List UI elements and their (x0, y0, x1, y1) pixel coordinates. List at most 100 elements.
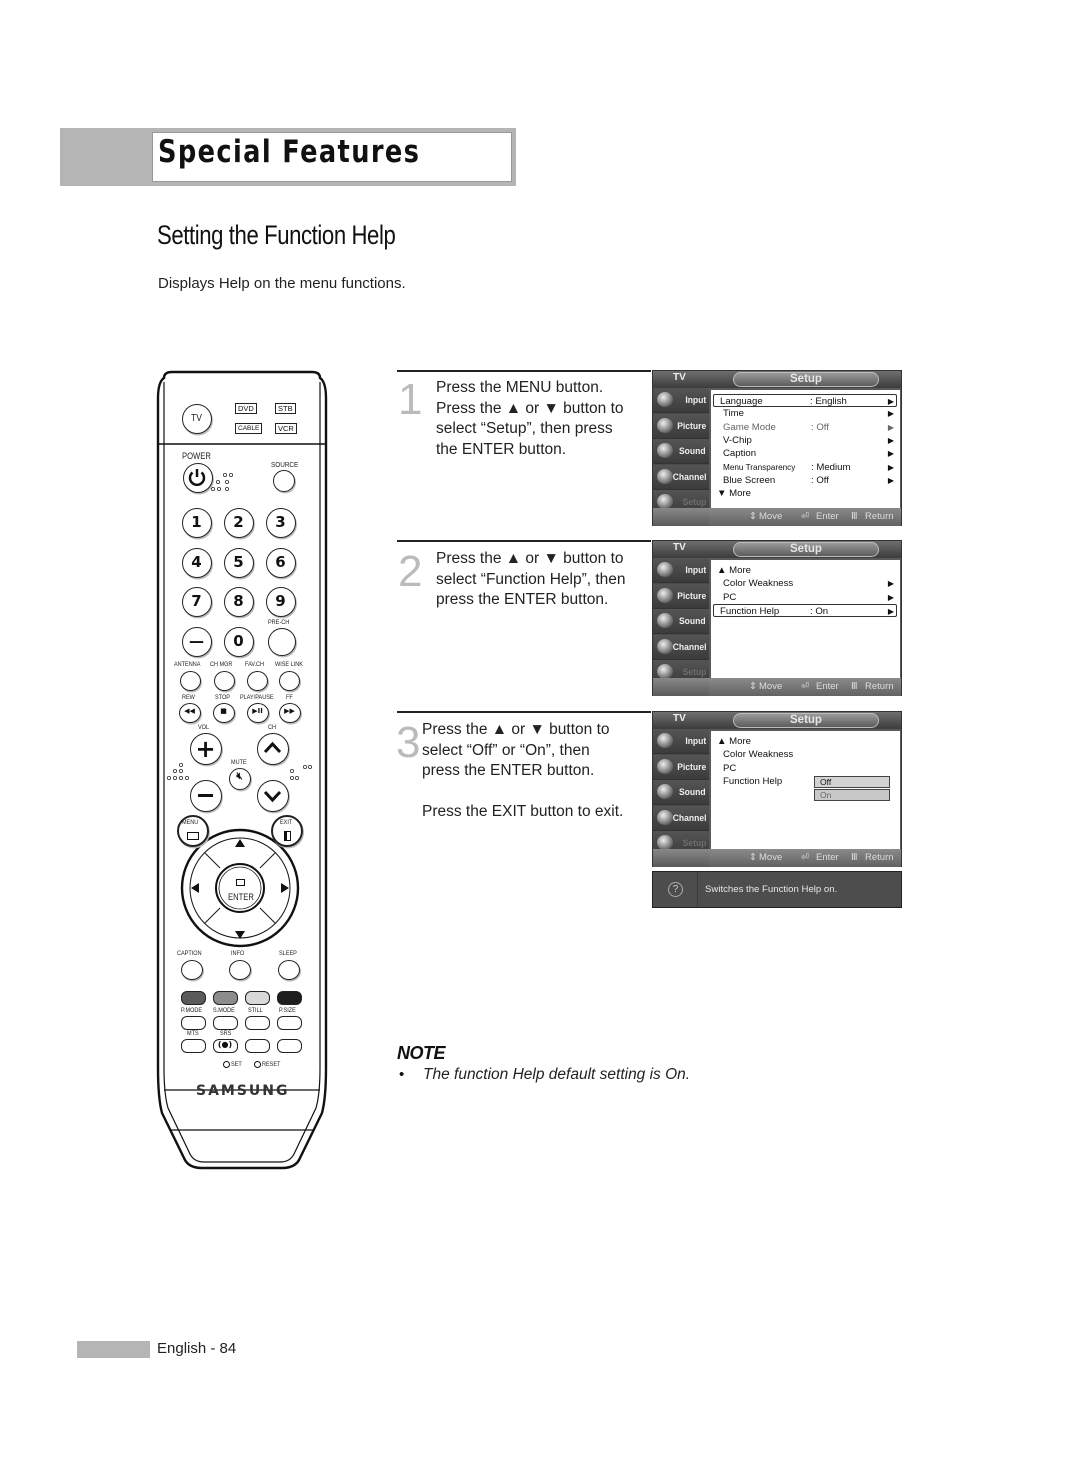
ch-up-button[interactable] (257, 733, 289, 765)
picture-icon (657, 758, 673, 774)
vol-up-button[interactable]: + (190, 733, 222, 765)
transport-button[interactable]: ◀◀ (179, 703, 201, 723)
power-button[interactable] (183, 463, 213, 493)
color-key-label: P.MODE (181, 1007, 203, 1014)
audio-key-button[interactable] (277, 1039, 302, 1053)
enter-button[interactable]: ENTER (224, 878, 258, 908)
arrow-right-icon: ▶ (887, 435, 894, 445)
rewind-icon: ◀◀ (184, 707, 195, 715)
enter-icon: ⏎ (801, 511, 809, 522)
picture-icon (657, 417, 673, 433)
vol-down-button[interactable] (190, 780, 222, 812)
mute-button[interactable]: 🔇︎ (229, 768, 251, 790)
osd-menu-item[interactable]: Function Help: On ▶ (713, 603, 897, 617)
pre-ch-button[interactable] (268, 628, 296, 656)
osd-menu-item[interactable]: Game Mode: Off ▶ (715, 421, 896, 434)
digit-button[interactable]: 9 (266, 587, 296, 617)
osd-sidebar: Input Picture Sound Channel Setup (653, 729, 709, 857)
osd-menu-item[interactable]: PC ▶ (715, 591, 896, 604)
dvd-mode-button[interactable]: DVD (235, 403, 257, 414)
osd-menu-item[interactable]: V-Chip ▶ (715, 434, 896, 447)
function-key-button[interactable] (279, 671, 300, 691)
picture-option-button[interactable] (277, 1016, 302, 1030)
play-pause-icon: ▶II (252, 707, 263, 715)
function-key-label: WISE LINK (275, 661, 303, 668)
function-key-button[interactable] (180, 671, 201, 691)
transport-button[interactable]: ▶II (247, 703, 269, 723)
color-key-button[interactable] (181, 991, 206, 1005)
color-key-button[interactable] (213, 991, 238, 1005)
minus-icon (198, 794, 213, 797)
option-off[interactable]: Off (814, 776, 890, 788)
osd-menu-item[interactable]: ▲ More (715, 564, 896, 577)
digit-button[interactable]: 1 (182, 508, 212, 538)
osd-menu-item[interactable]: ▼ More (715, 487, 896, 500)
audio-key-button[interactable] (181, 1039, 206, 1053)
transport-label: PLAY/PAUSE (240, 694, 274, 701)
source-button[interactable] (273, 470, 295, 492)
transport-button[interactable]: ▶▶ (279, 703, 301, 723)
audio-key-button[interactable] (245, 1039, 270, 1053)
setup-icon (657, 664, 673, 679)
transport-button[interactable]: ■ (213, 703, 235, 723)
arrow-right-icon: ▶ (887, 422, 894, 432)
sound-icon (657, 613, 673, 628)
digit-button[interactable]: — (182, 627, 212, 657)
function-key-button[interactable] (247, 671, 268, 691)
picture-option-button[interactable] (181, 1016, 206, 1030)
digit-button[interactable]: 2 (224, 508, 254, 538)
function-button[interactable] (278, 960, 300, 980)
digit-button[interactable]: 4 (182, 548, 212, 578)
osd-menu-item[interactable]: ▲ More (715, 735, 896, 748)
digit-label: 9 (275, 592, 286, 610)
function-key-button[interactable] (214, 671, 235, 691)
osd-screen-function-help: TV Setup Input Picture Sound Channel Setup ▲ Mo… (652, 540, 902, 696)
osd-sidebar-item: Channel (653, 464, 709, 490)
digit-button[interactable]: 7 (182, 587, 212, 617)
stb-mode-button[interactable]: STB (275, 403, 296, 414)
osd-menu-item[interactable]: Color Weakness ▶ (715, 577, 896, 590)
osd-menu-item[interactable]: PC (715, 762, 896, 775)
arrow-right-icon: ▶ (887, 462, 894, 472)
vcr-mode-button[interactable]: VCR (275, 423, 297, 434)
osd-screen-setup: TV Setup Input Picture Sound Channel Setup Lang… (652, 370, 902, 526)
digit-label: 1 (191, 513, 202, 531)
vol-label: VOL (198, 724, 210, 731)
cable-mode-button[interactable]: CABLE (235, 423, 263, 434)
osd-menu-item[interactable]: Color Weakness (715, 748, 896, 761)
page-footer-bar (77, 1341, 150, 1358)
digit-button[interactable]: 6 (266, 548, 296, 578)
srs-button[interactable]: (●) (213, 1039, 238, 1053)
color-key-button[interactable] (245, 991, 270, 1005)
osd-menu-list: ▲ More Color Weakness PC Function Help Off On (711, 731, 900, 853)
chapter-title: Special Features (158, 134, 421, 170)
osd-menu-item[interactable]: Time ▶ (715, 407, 896, 420)
exit-label: EXIT (280, 819, 293, 826)
page-number: English - 84 (157, 1340, 237, 1357)
samsung-logo: SAMSUNG (196, 1083, 290, 1099)
osd-menu-item[interactable]: Caption ▶ (715, 447, 896, 460)
picture-option-button[interactable] (213, 1016, 238, 1030)
color-key-label: S.MODE (213, 1007, 235, 1014)
osd-sidebar-item: Picture (653, 413, 709, 439)
exit-button[interactable]: EXIT (271, 815, 303, 847)
osd-menu-item[interactable]: Menu Transparency: Medium ▶ (715, 461, 896, 474)
input-icon (657, 392, 673, 407)
color-key-button[interactable] (277, 991, 302, 1005)
step-2-number: 2 (398, 547, 423, 596)
input-icon (657, 733, 673, 748)
ch-down-button[interactable] (257, 780, 289, 812)
digit-button[interactable]: 5 (224, 548, 254, 578)
menu-button[interactable]: MENU (177, 815, 209, 847)
function-button[interactable] (181, 960, 203, 980)
tv-mode-label: TV (191, 413, 202, 424)
picture-option-button[interactable] (245, 1016, 270, 1030)
osd-menu-item[interactable]: Blue Screen: Off ▶ (715, 474, 896, 487)
function-button[interactable] (229, 960, 251, 980)
digit-button[interactable]: 0 (224, 627, 254, 657)
osd-menu-item[interactable]: Language: English ▶ (713, 394, 897, 407)
digit-button[interactable]: 8 (224, 587, 254, 617)
option-on[interactable]: On (814, 789, 890, 801)
osd-sidebar-item: Sound (653, 439, 709, 464)
digit-button[interactable]: 3 (266, 508, 296, 538)
